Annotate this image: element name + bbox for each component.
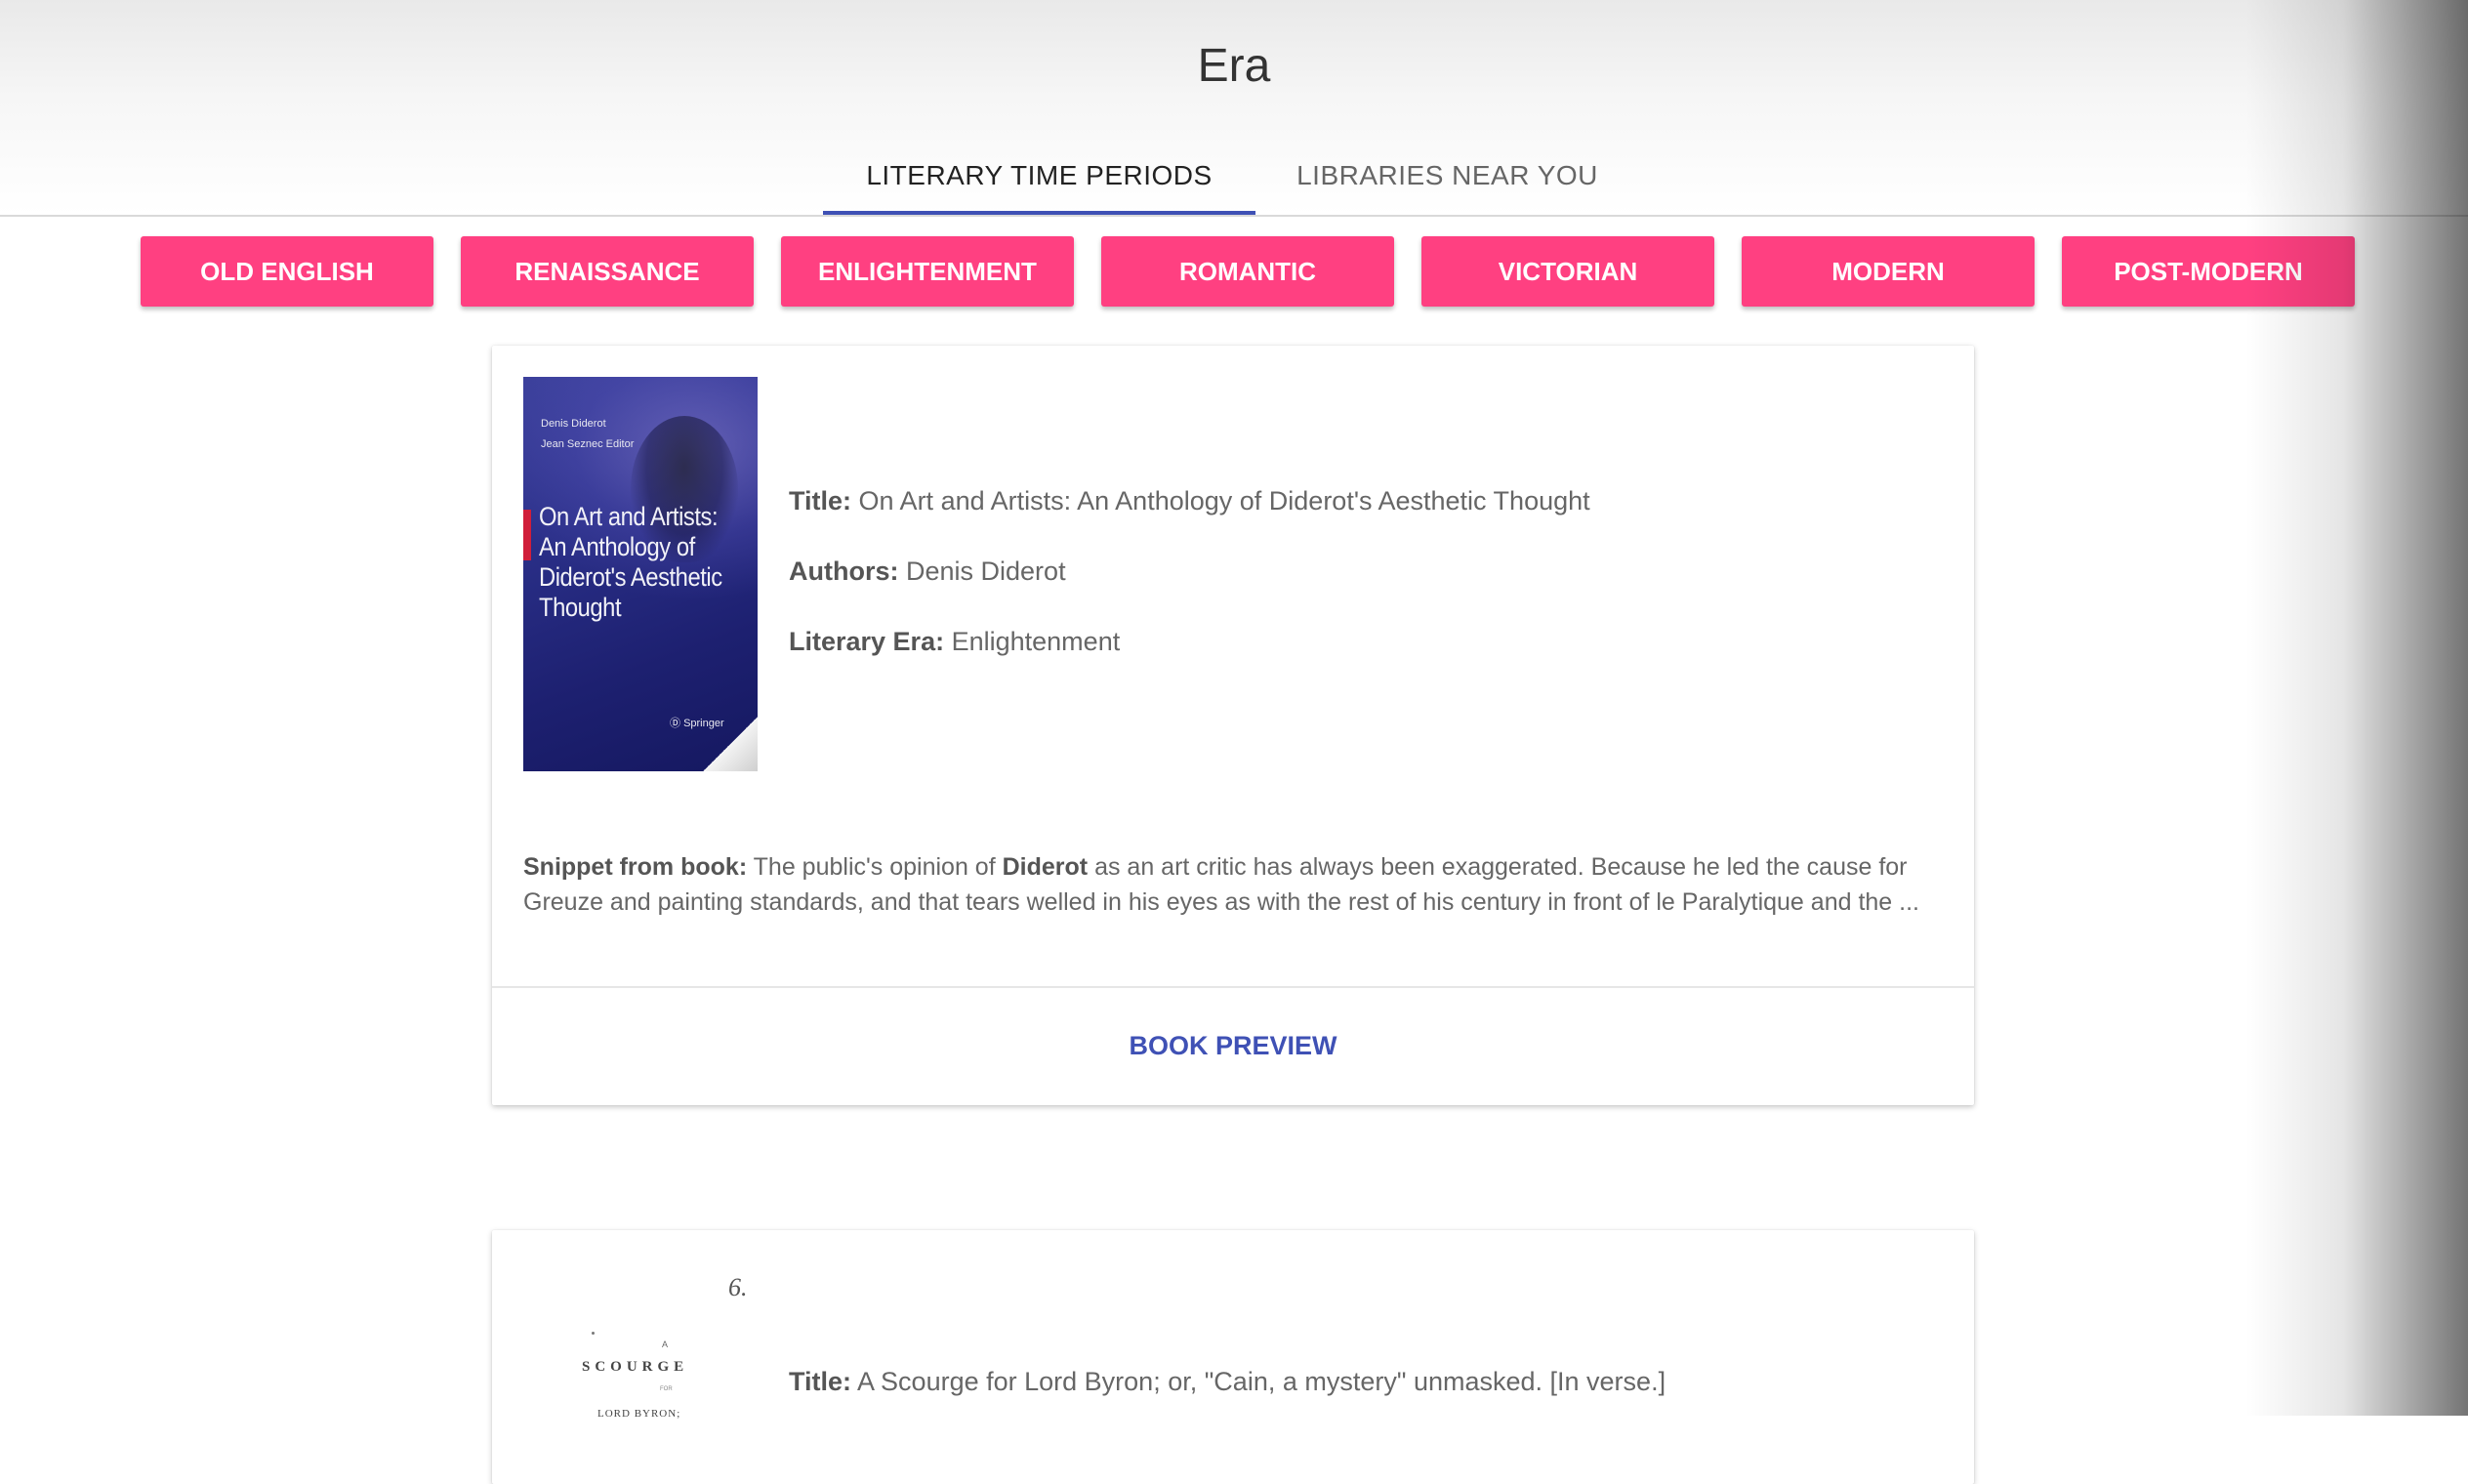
cover-title: On Art and Artists: An Anthology of Dide… [539,502,722,622]
era-button-enlightenment[interactable]: ENLIGHTENMENT [781,236,1074,307]
cover-for-text: FOR [660,1386,673,1392]
era-button-post-modern[interactable]: POST-MODERN [2062,236,2355,307]
page-curl-icon [703,717,758,771]
tab-literary-time-periods[interactable]: LITERARY TIME PERIODS [823,137,1255,215]
era-button-modern[interactable]: MODERN [1742,236,2035,307]
book-snippet: Snippet from book: The public's opinion … [523,849,1939,920]
book-era-value: Enlightenment [951,627,1121,656]
app-header: Era LITERARY TIME PERIODS LIBRARIES NEAR… [0,0,2468,217]
era-button-romantic[interactable]: ROMANTIC [1101,236,1394,307]
book-card: 6. A SCOURGE FOR LORD BYRON; Title: A Sc… [492,1230,1974,1484]
authors-label: Authors: [789,556,899,586]
book-era: Literary Era: Enlightenment [789,627,1120,657]
cover-scourge-text: SCOURGE [582,1359,689,1375]
era-button-old-english[interactable]: OLD ENGLISH [141,236,433,307]
app-title: Era [1197,40,1271,92]
cover-dot [592,1332,595,1335]
era-label: Literary Era: [789,627,945,656]
tab-libraries-near-you[interactable]: LIBRARIES NEAR YOU [1255,137,1639,215]
book-cover-image: Denis Diderot Jean Seznec Editor On Art … [523,377,758,771]
cover-small-text: A [662,1340,669,1349]
book-authors: Authors: Denis Diderot [789,556,1066,587]
cover-red-mark [523,510,531,560]
tab-bar: LITERARY TIME PERIODS LIBRARIES NEAR YOU [0,137,2468,215]
snippet-text-before: The public's opinion of [753,853,996,881]
book-authors-value: Denis Diderot [906,556,1066,586]
cover-editor-line: Jean Seznec Editor [541,438,635,450]
cover-editors: Denis Diderot Jean Seznec Editor [541,414,634,455]
era-button-renaissance[interactable]: RENAISSANCE [461,236,754,307]
book-title-value: A Scourge for Lord Byron; or, "Cain, a m… [857,1367,1666,1396]
cover-lord-text: LORD BYRON; [597,1408,681,1420]
snippet-label: Snippet from book: [523,853,748,881]
era-button-bar: OLD ENGLISH RENAISSANCE ENLIGHTENMENT RO… [0,236,2468,307]
book-title: Title: A Scourge for Lord Byron; or, "Ca… [789,1367,1666,1397]
book-title-value: On Art and Artists: An Anthology of Dide… [858,486,1590,515]
cover-handwritten-mark: 6. [728,1273,748,1301]
active-tab-indicator [823,211,1255,215]
snippet-highlight: Diderot [1002,853,1089,881]
book-preview-button[interactable]: BOOK PREVIEW [492,988,1974,1103]
title-label: Title: [789,486,852,515]
cover-editor-line: Denis Diderot [541,418,606,430]
title-label: Title: [789,1367,852,1396]
book-cover-image: 6. A SCOURGE FOR LORD BYRON; [523,1261,758,1484]
book-card: Denis Diderot Jean Seznec Editor On Art … [492,346,1974,1105]
book-title: Title: On Art and Artists: An Anthology … [789,486,1590,516]
era-button-victorian[interactable]: VICTORIAN [1421,236,1714,307]
